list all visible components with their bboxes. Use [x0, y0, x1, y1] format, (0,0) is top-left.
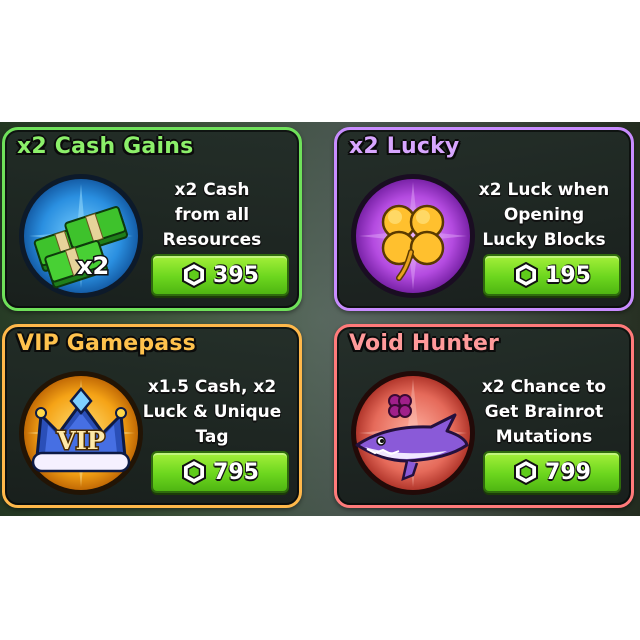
price-label: 195 — [545, 262, 591, 288]
buy-button-cash[interactable]: 395 — [151, 254, 289, 296]
buy-button-lucky[interactable]: 195 — [483, 254, 621, 296]
price-label: 795 — [213, 459, 259, 485]
card-title: Void Hunter — [349, 331, 500, 356]
gamepass-card-void-hunter: Void Hunter x2 Chance to Get Brainrot Mu… — [334, 324, 634, 508]
robux-icon — [181, 459, 207, 485]
gamepass-card-vip: VIP Gamepass VIP x1.5 Cash, x2 Luck & Un… — [2, 324, 302, 508]
card-title: VIP Gamepass — [17, 331, 196, 356]
card-description: x1.5 Cash, x2 Luck & Unique Tag — [142, 377, 282, 447]
shark-icon — [347, 367, 479, 499]
vip-crown-icon: VIP — [15, 367, 147, 499]
buy-button-vip[interactable]: 795 — [151, 451, 289, 493]
gamepass-card-cash: x2 Cash Gains x2 x2 Cash from all Resour… — [2, 127, 302, 311]
clover-icon — [347, 170, 479, 302]
robux-icon — [181, 262, 207, 288]
gamepass-card-lucky: x2 Lucky x2 Luck when Opening Lucky Bloc… — [334, 127, 634, 311]
card-description: x2 Cash from all Resources — [162, 180, 262, 250]
robux-icon — [513, 262, 539, 288]
price-label: 799 — [545, 459, 591, 485]
card-description: x2 Chance to Get Brainrot Mutations — [481, 377, 607, 447]
multiplier-label: x2 — [77, 252, 109, 280]
price-label: 395 — [213, 262, 259, 288]
buy-button-void-hunter[interactable]: 799 — [483, 451, 621, 493]
card-title: x2 Lucky — [349, 134, 460, 159]
card-description: x2 Luck when Opening Lucky Blocks — [478, 180, 610, 250]
vip-crown-label: VIP — [56, 426, 105, 455]
robux-icon — [513, 459, 539, 485]
cash-stack-icon: x2 — [15, 170, 147, 302]
card-title: x2 Cash Gains — [17, 134, 194, 159]
